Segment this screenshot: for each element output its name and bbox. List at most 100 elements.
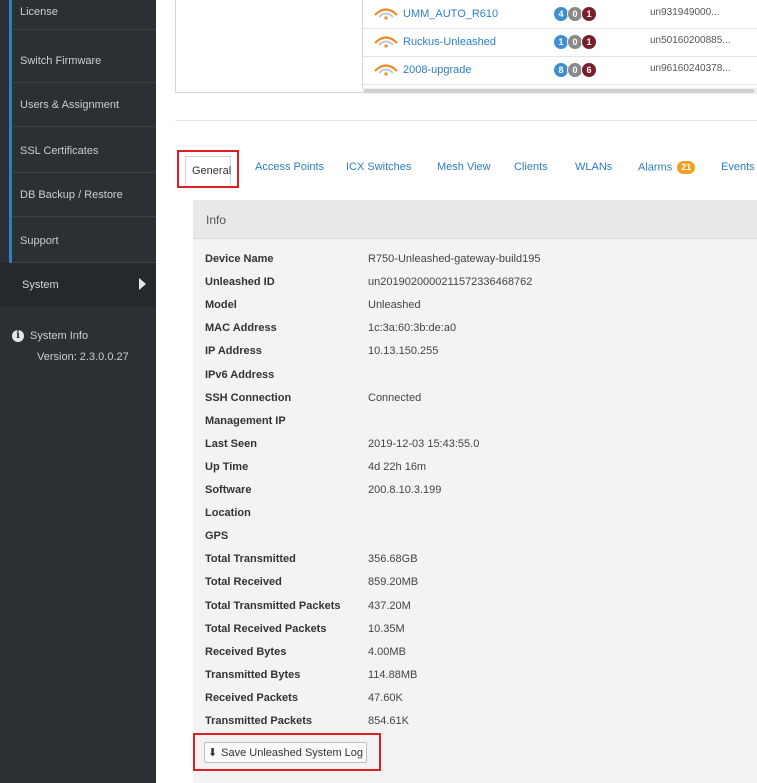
tab-mesh-view[interactable]: Mesh View (437, 161, 491, 173)
alarm-count-badge: 21 (677, 161, 696, 174)
tab-access-points[interactable]: Access Points (255, 161, 324, 173)
info-icon: i (12, 330, 24, 343)
ap-serial: un50160200885... (650, 35, 731, 46)
tab-general[interactable]: General (185, 156, 231, 185)
chevron-right-icon (139, 278, 146, 290)
info-value: 10.13.150.255 (368, 345, 439, 357)
info-panel-title: Info (206, 213, 227, 227)
sidebar-item-system[interactable]: System (0, 263, 156, 307)
info-key: Last Seen (205, 438, 257, 450)
info-key: MAC Address (205, 322, 277, 334)
ap-status-counts: 401 (553, 6, 597, 22)
info-key: Location (205, 507, 251, 519)
info-value: 4d 22h 16m (368, 461, 427, 473)
ruckus-ap-icon (373, 62, 399, 79)
info-key: Total Transmitted Packets (205, 600, 341, 612)
sidebar-item-db-backup-restore[interactable]: DB Backup / Restore (12, 173, 156, 217)
status-count-badge: 1 (581, 6, 597, 22)
tab-icx-switches[interactable]: ICX Switches (346, 161, 411, 173)
info-key: Received Bytes (205, 646, 287, 658)
info-panel: Info Device Name R750-Unleashed-gateway-b… (193, 200, 757, 783)
info-key: GPS (205, 530, 229, 542)
tab-clients[interactable]: Clients (514, 161, 548, 173)
info-value: R750-Unleashed-gateway-build195 (368, 253, 541, 265)
info-value: 200.8.10.3.199 (368, 484, 442, 496)
ap-serial: un96160240378... (650, 63, 731, 74)
tab-label: Alarms (638, 161, 673, 174)
status-count-badge: 6 (581, 62, 597, 78)
ap-status-counts: 806 (553, 62, 597, 78)
tab-alarms[interactable]: Alarms 21 (638, 161, 696, 174)
info-value: 356.68GB (368, 553, 418, 565)
sidebar-item-label: Switch Firmware (20, 54, 102, 67)
info-key: Total Received Packets (205, 623, 327, 635)
map-panel (175, 0, 363, 93)
info-value: un2019020000211572336468762 (368, 276, 533, 288)
ap-name-link[interactable]: UMM_AUTO_R610 (403, 8, 498, 20)
info-value: 437.20M (368, 600, 411, 612)
ap-row[interactable]: 2008-upgrade 8 0 6 un96160240378... (363, 56, 757, 85)
sidebar-item-support[interactable]: Support (12, 219, 156, 263)
sidebar-item-label: License (20, 6, 58, 18)
sidebar-item-users-assignment[interactable]: Users & Assignment (12, 83, 156, 127)
status-count-badge: 1 (581, 34, 597, 50)
info-key: Total Transmitted (205, 553, 296, 565)
sidebar-item-label: SSL Certificates (20, 144, 99, 157)
ruckus-ap-icon (373, 34, 399, 51)
ruckus-ap-icon (373, 6, 399, 23)
download-icon: ⬇ (207, 747, 218, 759)
horizontal-scrollbar[interactable] (362, 88, 757, 94)
ap-status-counts: 101 (553, 34, 597, 50)
sidebar-item-label: DB Backup / Restore (20, 188, 123, 201)
info-key: Device Name (205, 253, 274, 265)
tab-bar: General Access Points ICX Switches Mesh … (175, 148, 757, 192)
sidebar: License Switch Firmware Users & Assignme… (0, 0, 156, 783)
sidebar-item-label: System (22, 279, 59, 291)
info-key: IP Address (205, 345, 262, 357)
save-system-log-button[interactable]: ⬇ Save Unleashed System Log (204, 742, 367, 763)
info-key: SSH Connection (205, 392, 292, 404)
info-value: 10.35M (368, 623, 405, 635)
info-value: Connected (368, 392, 422, 404)
info-key: Transmitted Packets (205, 715, 312, 727)
info-value: 859.20MB (368, 576, 419, 588)
tab-wlans[interactable]: WLANs (575, 161, 612, 173)
sidebar-item-license[interactable]: License (12, 0, 156, 30)
info-value: 114.88MB (368, 669, 418, 681)
ap-row[interactable]: UMM_AUTO_R610 4 0 1 un931949000... (363, 0, 757, 29)
info-key: Unleashed ID (205, 276, 275, 288)
info-value: Unleashed (368, 299, 421, 311)
sidebar-item-ssl-certificates[interactable]: SSL Certificates (12, 129, 156, 173)
info-key: Software (205, 484, 252, 496)
ap-serial: un931949000... (650, 7, 720, 18)
ap-row[interactable]: Ruckus-Unleashed 1 0 1 un50160200885... (363, 28, 757, 57)
info-value: 2019-12-03 15:43:55.0 (368, 438, 480, 450)
info-key: Total Received (205, 576, 282, 588)
system-info: i System Info Version: 2.3.0.0.27 (12, 330, 129, 363)
info-value: 854.61K (368, 715, 409, 727)
sidebar-item-label: Users & Assignment (20, 98, 120, 111)
ap-name-link[interactable]: Ruckus-Unleashed (403, 36, 496, 48)
info-key: IPv6 Address (205, 369, 275, 381)
tab-label: General (192, 165, 232, 177)
scrollbar-thumb[interactable] (364, 89, 754, 93)
tab-general-highlight: General (177, 150, 239, 188)
ap-table: UMM_AUTO_R610 4 0 1 un931949000... Ruckus-Unl… (362, 0, 757, 88)
info-value: 4.00MB (368, 646, 406, 658)
sidebar-item-switch-firmware[interactable]: Switch Firmware (12, 39, 156, 83)
tab-events[interactable]: Events (721, 161, 755, 173)
system-info-label[interactable]: System Info (30, 330, 88, 342)
info-key: Received Packets (205, 692, 298, 704)
info-key: Transmitted Bytes (205, 669, 301, 681)
info-value: 47.60K (368, 692, 403, 704)
info-key: Model (205, 299, 237, 311)
info-value: 1c:3a:60:3b:de:a0 (368, 322, 457, 334)
info-key: Up Time (205, 461, 249, 473)
info-panel-header: Info (193, 200, 757, 239)
divider (175, 120, 757, 121)
ap-name-link[interactable]: 2008-upgrade (403, 64, 472, 76)
save-button-label: Save Unleashed System Log (221, 746, 364, 759)
info-key: Management IP (205, 415, 286, 427)
sidebar-item-label: Support (20, 234, 59, 247)
version-label: Version: 2.3.0.0.27 (37, 351, 129, 364)
